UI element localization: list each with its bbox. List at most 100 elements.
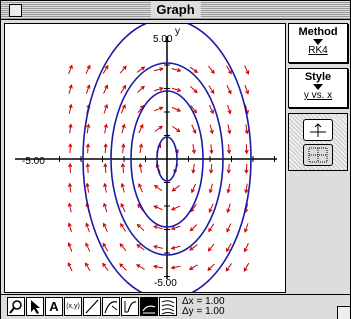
- direction-arrow: [226, 85, 232, 95]
- direction-arrow: [68, 143, 73, 154]
- direction-arrow: [120, 84, 127, 94]
- graph-window: Graph y 5.00 -5.00 -5.00 Method RK4 Styl…: [0, 0, 351, 319]
- line-icon: [85, 299, 99, 314]
- direction-arrow: [188, 264, 198, 270]
- direction-arrow: [120, 182, 125, 193]
- direction-arrow: [191, 163, 196, 174]
- direction-arrow: [170, 265, 181, 270]
- direction-arrow: [243, 243, 249, 253]
- phase-plane-plot[interactable]: y 5.00 -5.00 -5.00: [4, 23, 286, 293]
- direction-arrow: [85, 262, 91, 272]
- direction-arrow: [85, 143, 91, 154]
- direction-arrow: [68, 103, 73, 114]
- title-bar[interactable]: Graph: [1, 1, 350, 20]
- y-min-label: -5.00: [154, 278, 177, 289]
- line-tool[interactable]: [83, 297, 101, 316]
- y-max-label: 5.00: [153, 34, 173, 45]
- grid-icon: [308, 147, 328, 163]
- direction-arrow: [121, 143, 126, 154]
- x-min-label: -5.00: [22, 156, 45, 167]
- direction-arrow: [153, 205, 163, 211]
- direction-arrow: [103, 103, 109, 114]
- letter-a-icon: A: [49, 299, 59, 314]
- solution-tool[interactable]: [102, 297, 120, 316]
- y-axis-label: y: [175, 26, 180, 37]
- window-title: Graph: [150, 2, 201, 18]
- direction-arrow: [67, 182, 73, 193]
- direction-arrow: [68, 84, 73, 94]
- direction-arrow: [119, 65, 127, 74]
- direction-arrow: [138, 143, 144, 154]
- direction-arrow: [138, 123, 144, 134]
- direction-arrow: [209, 124, 214, 135]
- style-menu[interactable]: Style y vs. x: [288, 68, 348, 108]
- direction-arrow: [138, 162, 143, 173]
- direction-arrow: [207, 263, 215, 272]
- text-tool[interactable]: A: [45, 297, 63, 316]
- flow-lines-icon: [161, 300, 175, 315]
- direction-arrow: [137, 85, 145, 93]
- direction-arrow: [227, 124, 232, 135]
- style-value[interactable]: y vs. x: [289, 90, 347, 101]
- direction-arrow: [171, 106, 182, 112]
- direction-arrow: [244, 85, 250, 95]
- direction-arrow: [120, 104, 126, 114]
- direction-arrow: [103, 162, 108, 173]
- axes-view-button[interactable]: [303, 119, 333, 141]
- direction-arrow: [226, 163, 231, 174]
- delta-y-readout: Δy = 1.00: [182, 306, 225, 317]
- bracket-curve-icon: [124, 301, 137, 313]
- direction-arrow: [103, 182, 108, 193]
- direction-arrow: [85, 64, 91, 74]
- direction-arrow: [243, 262, 250, 272]
- direction-arrow: [85, 84, 91, 94]
- flow-tool[interactable]: [159, 297, 177, 316]
- grid-view-button[interactable]: [303, 144, 333, 166]
- direction-arrow: [244, 65, 250, 75]
- direction-arrow: [153, 184, 163, 192]
- xy-tool[interactable]: (x,y): [64, 297, 82, 316]
- plot-canvas[interactable]: y 5.00 -5.00 -5.00: [5, 24, 285, 292]
- sidebar: Method RK4 Style y vs. x: [288, 23, 348, 291]
- direction-arrow: [226, 144, 232, 155]
- direction-arrow: [138, 183, 144, 193]
- direction-arrow: [85, 222, 90, 233]
- direction-arrow: [208, 203, 214, 213]
- method-value[interactable]: RK4: [289, 45, 347, 56]
- solution-curve-icon: [104, 301, 118, 314]
- direction-arrow: [170, 205, 181, 211]
- direction-arrow: [244, 183, 249, 194]
- direction-arrow: [152, 264, 163, 269]
- style-label: Style: [304, 71, 332, 83]
- direction-arrow: [121, 123, 126, 134]
- direction-arrow: [102, 262, 109, 272]
- direction-arrow: [225, 263, 232, 272]
- direction-arrow: [119, 243, 127, 252]
- direction-arrow: [208, 85, 215, 95]
- close-box[interactable]: [9, 4, 22, 17]
- resize-handle[interactable]: [337, 306, 350, 319]
- direction-arrow: [208, 65, 215, 74]
- direction-field-tool[interactable]: [140, 297, 158, 316]
- direction-arrow: [103, 123, 108, 134]
- direction-arrow: [120, 222, 126, 232]
- zoom-tool[interactable]: [7, 297, 25, 316]
- direction-arrow: [153, 86, 164, 92]
- direction-arrow: [244, 163, 249, 174]
- pointer-tool[interactable]: [26, 297, 44, 316]
- bracket-tool[interactable]: [121, 297, 139, 316]
- direction-arrow: [67, 242, 73, 252]
- direction-arrow: [191, 144, 197, 155]
- view-buttons-panel: [288, 113, 348, 171]
- direction-arrow: [209, 144, 214, 155]
- magnifier-icon: [9, 300, 22, 314]
- method-menu[interactable]: Method RK4: [288, 23, 348, 63]
- direction-arrow: [67, 202, 72, 213]
- direction-arrow: [208, 183, 213, 194]
- direction-arrow: [226, 223, 232, 233]
- direction-arrow: [85, 162, 90, 173]
- direction-arrow: [191, 183, 196, 194]
- direction-arrow: [208, 223, 215, 233]
- direction-field-icon: [142, 305, 156, 314]
- arrow-pointer-icon: [31, 300, 40, 314]
